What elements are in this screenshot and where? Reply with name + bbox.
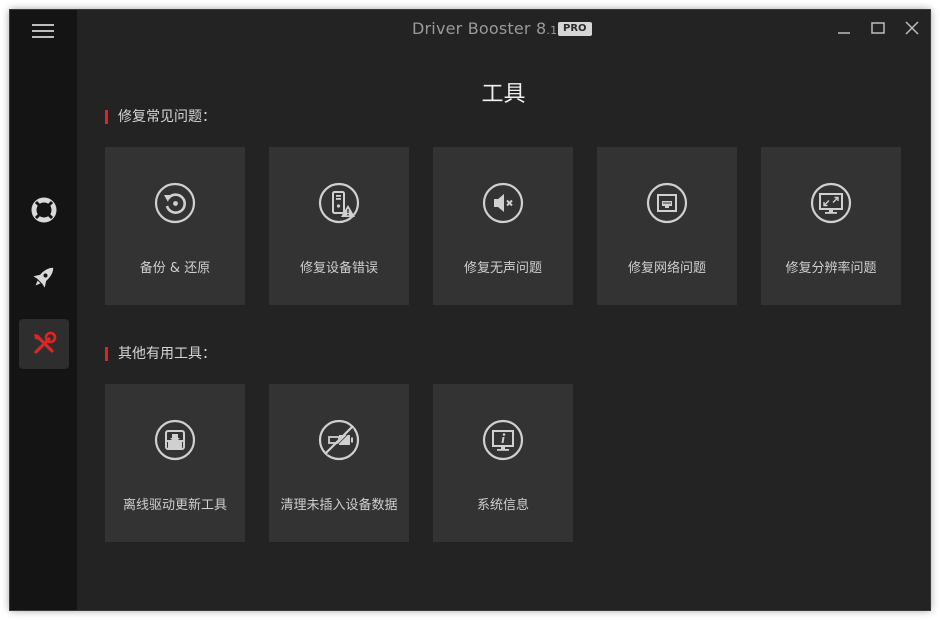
tile-label: 系统信息 (476, 498, 529, 513)
lifebuoy-icon (31, 197, 57, 223)
tools-icon (34, 331, 57, 354)
title-bar: Driver Booster 8.1 PRO (77, 10, 930, 50)
tile-label: 修复设备错误 (299, 261, 378, 276)
section-title-other-tools: 其他有用工具： (105, 345, 216, 363)
tile-label: 修复分辨率问题 (785, 261, 877, 276)
minimize-icon (838, 32, 850, 34)
unplugged-device-icon (318, 419, 360, 461)
tile-label: 备份 & 还原 (139, 261, 211, 276)
maximize-button[interactable] (870, 20, 886, 36)
nav-item-lifebuoy[interactable] (19, 185, 69, 235)
app-name: Driver Booster 8 (412, 19, 547, 38)
tile-device-error[interactable]: 修复设备错误 (269, 147, 409, 305)
close-button[interactable] (904, 20, 920, 36)
offline-update-icon (154, 419, 196, 461)
app-title: Driver Booster 8.1 (412, 19, 557, 38)
tile-resolution[interactable]: 修复分辨率问题 (761, 147, 901, 305)
backup-restore-icon (154, 182, 196, 224)
nav-item-rocket[interactable] (19, 252, 69, 302)
tile-offline-update[interactable]: 离线驱动更新工具 (105, 384, 245, 542)
app-version-minor: .1 (546, 24, 558, 37)
network-icon (646, 182, 688, 224)
tile-system-info[interactable]: 系统信息 (433, 384, 573, 542)
tile-backup-restore[interactable]: 备份 & 还原 (105, 147, 245, 305)
nav-item-tools[interactable] (19, 319, 69, 369)
menu-icon[interactable] (32, 24, 56, 40)
device-error-icon (318, 182, 360, 224)
pro-badge: PRO (558, 22, 592, 36)
minimize-button[interactable] (836, 20, 852, 36)
tile-no-sound[interactable]: 修复无声问题 (433, 147, 573, 305)
rocket-icon (33, 267, 54, 288)
tile-network[interactable]: 修复网络问题 (597, 147, 737, 305)
sidebar (10, 10, 77, 610)
tile-label: 离线驱动更新工具 (122, 498, 227, 513)
tile-label: 清理未插入设备数据 (280, 498, 398, 513)
no-sound-icon (482, 182, 524, 224)
app-window: Driver Booster 8.1 PRO 工具 修复常见问题： 备份 & 还… (10, 10, 930, 610)
tile-unplugged-device[interactable]: 清理未插入设备数据 (269, 384, 409, 542)
resolution-icon (810, 182, 852, 224)
section-title-common-fixes: 修复常见问题： (105, 108, 216, 126)
tile-label: 修复无声问题 (463, 261, 542, 276)
system-info-icon (482, 419, 524, 461)
page-title: 工具 (481, 82, 526, 107)
close-icon (905, 21, 919, 35)
tile-label: 修复网络问题 (627, 261, 706, 276)
maximize-icon (871, 22, 885, 34)
